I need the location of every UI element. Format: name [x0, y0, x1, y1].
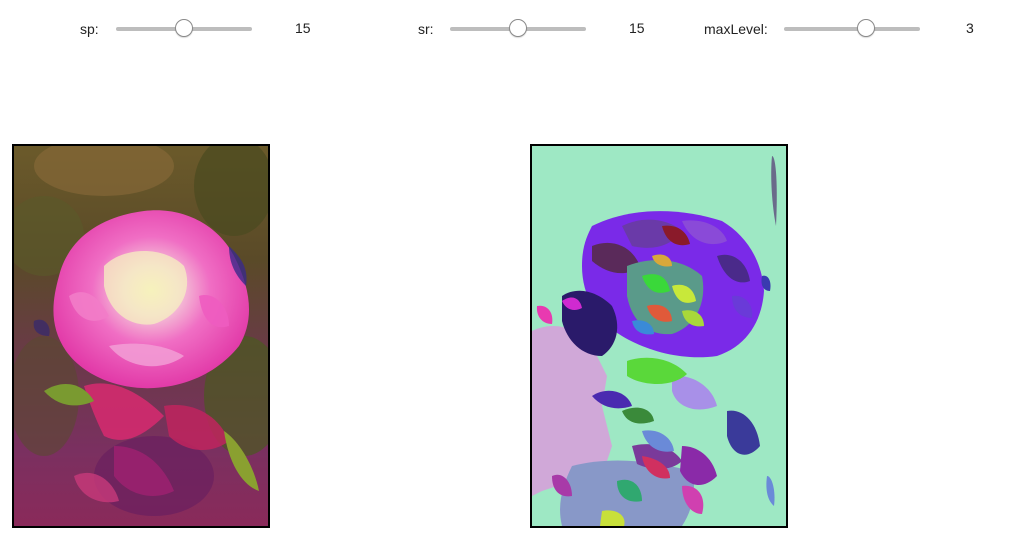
- rose-segmentation-map-icon: [532, 146, 786, 526]
- app-root: sp: 15 sr: 15 maxLevel: 3: [0, 0, 1016, 544]
- original-image-panel: [12, 144, 270, 528]
- segmented-image-panel: [530, 144, 788, 528]
- sp-label: sp:: [80, 21, 99, 37]
- sp-slider[interactable]: [116, 18, 252, 40]
- maxlevel-slider-track[interactable]: [784, 27, 920, 31]
- sp-value: 15: [295, 20, 311, 36]
- maxlevel-slider[interactable]: [784, 18, 920, 40]
- maxlevel-slider-thumb[interactable]: [856, 19, 875, 37]
- maxlevel-value: 3: [966, 20, 974, 36]
- rose-photo-filtered-icon: [14, 146, 268, 526]
- sr-slider[interactable]: [450, 18, 586, 40]
- maxlevel-label: maxLevel:: [704, 21, 768, 37]
- sr-value: 15: [629, 20, 645, 36]
- sr-label: sr:: [418, 21, 434, 37]
- sr-slider-thumb[interactable]: [509, 19, 527, 37]
- sp-slider-thumb[interactable]: [175, 19, 193, 37]
